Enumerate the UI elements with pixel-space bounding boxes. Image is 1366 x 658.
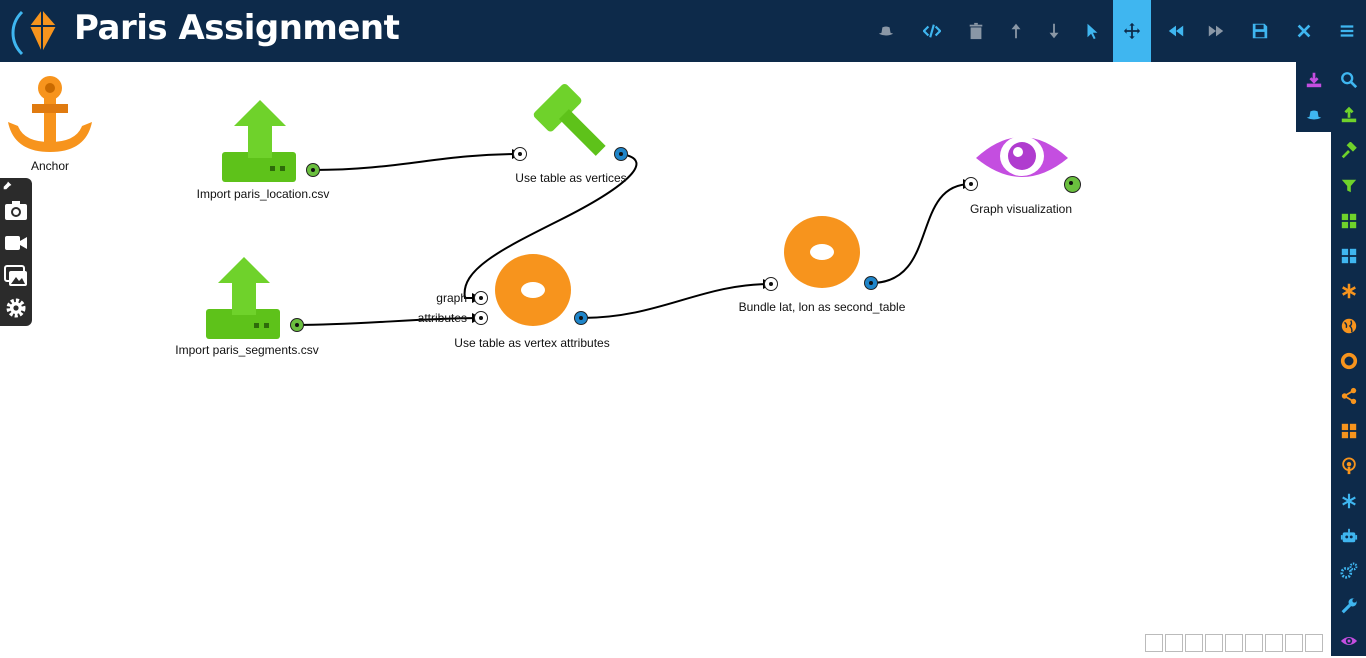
circle-icon: [784, 216, 860, 288]
output-plug[interactable]: [306, 163, 320, 177]
wrench-icon[interactable]: [1331, 588, 1366, 623]
eye-icon: [976, 136, 1068, 177]
circle-icon: [495, 254, 571, 326]
upload-icon: [222, 100, 296, 182]
pager-cell[interactable]: [1205, 634, 1223, 652]
pager-cell[interactable]: [1165, 634, 1183, 652]
fast-forward-icon: [1197, 0, 1235, 62]
menu-icon[interactable]: [1328, 0, 1366, 62]
top-bar: Paris Assignment: [0, 0, 1366, 62]
asterisk-icon[interactable]: [1331, 273, 1366, 308]
box-bundle[interactable]: Bundle lat, lon as second_table: [738, 212, 910, 314]
box-graph-visualization[interactable]: Graph visualization: [960, 118, 1090, 218]
pin-icon[interactable]: [0, 178, 16, 192]
robot-icon[interactable]: [1331, 518, 1366, 553]
share-icon[interactable]: [1331, 378, 1366, 413]
input-name-attributes: attributes: [417, 311, 467, 325]
code-icon[interactable]: [913, 0, 951, 62]
output-plug[interactable]: [290, 318, 304, 332]
snowflake-icon[interactable]: [1331, 483, 1366, 518]
move-icon[interactable]: [1113, 0, 1151, 62]
box-label: Import paris_location.csv: [196, 187, 330, 201]
gears-icon[interactable]: [1331, 553, 1366, 588]
box-import-location[interactable]: Import paris_location.csv: [197, 98, 329, 201]
download-icon[interactable]: [1296, 62, 1331, 97]
box-label: Import paris_segments.csv: [175, 343, 319, 357]
filter-icon[interactable]: [1331, 168, 1366, 203]
save-icon[interactable]: [1241, 0, 1279, 62]
arrow-down-icon: [1035, 0, 1073, 62]
box-use-table-as-vertex-attributes[interactable]: Use table as vertex attributes: [440, 250, 630, 350]
pager-cell[interactable]: [1185, 634, 1203, 652]
globe-icon[interactable]: [1331, 308, 1366, 343]
box-label: Graph visualization: [969, 202, 1073, 216]
upload-icon: [206, 257, 280, 339]
input-plug[interactable]: [764, 277, 778, 291]
hat-icon: [867, 0, 905, 62]
output-plug[interactable]: [574, 311, 588, 325]
box-label: Bundle lat, lon as second_table: [738, 300, 906, 314]
pager-cell[interactable]: [1305, 634, 1323, 652]
podcast-icon[interactable]: [1331, 448, 1366, 483]
gear-icon[interactable]: [3, 295, 29, 321]
box-label: Use table as vertices: [515, 171, 627, 185]
box-import-segments[interactable]: Import paris_segments.csv: [175, 255, 319, 357]
output-plug[interactable]: [864, 276, 878, 290]
search-icon[interactable]: [1331, 62, 1366, 97]
wire: [312, 149, 522, 171]
workspace-title: Paris Assignment: [74, 8, 400, 48]
workspace-pager: [1145, 634, 1325, 652]
pager-cell[interactable]: [1225, 634, 1243, 652]
pager-cell[interactable]: [1285, 634, 1303, 652]
box-anchor[interactable]: Anchor: [0, 70, 100, 180]
hammer-icon[interactable]: [1331, 133, 1366, 168]
circle-icon[interactable]: [1331, 343, 1366, 378]
box-use-table-as-vertices[interactable]: Use table as vertices: [515, 82, 627, 185]
hammer-icon: [533, 83, 606, 156]
sidebar-flyout: [1296, 62, 1366, 132]
left-toolbox: [0, 178, 32, 326]
arrow-up-icon: [997, 0, 1035, 62]
input-plug[interactable]: [964, 177, 978, 191]
rewind-icon[interactable]: [1157, 0, 1195, 62]
hat-icon[interactable]: [1296, 97, 1331, 132]
eye-icon[interactable]: [1331, 623, 1366, 658]
input-plug-graph[interactable]: [474, 291, 488, 305]
output-plug[interactable]: [614, 147, 628, 161]
pointer-icon[interactable]: [1073, 0, 1111, 62]
pager-cell[interactable]: [1245, 634, 1263, 652]
pager-cell[interactable]: [1145, 634, 1163, 652]
input-name-graph: graph: [436, 291, 467, 305]
anchor-icon: [8, 76, 92, 152]
th-large-icon[interactable]: [1331, 413, 1366, 448]
box-label: Anchor: [30, 159, 70, 173]
operation-sidebar: [1331, 132, 1366, 656]
box-label: Use table as vertex attributes: [454, 336, 610, 350]
grid-icon[interactable]: [1331, 203, 1366, 238]
images-icon[interactable]: [3, 263, 29, 289]
kite-logo[interactable]: [8, 6, 60, 58]
input-plug-attributes[interactable]: [474, 311, 488, 325]
camera-icon[interactable]: [3, 197, 29, 223]
video-icon[interactable]: [3, 230, 29, 256]
trash-icon: [957, 0, 995, 62]
input-plug[interactable]: [513, 147, 527, 161]
grid-icon[interactable]: [1331, 238, 1366, 273]
output-plug[interactable]: [1064, 176, 1081, 193]
pager-cell[interactable]: [1265, 634, 1283, 652]
close-icon[interactable]: [1285, 0, 1323, 62]
upload-icon[interactable]: [1331, 97, 1366, 132]
